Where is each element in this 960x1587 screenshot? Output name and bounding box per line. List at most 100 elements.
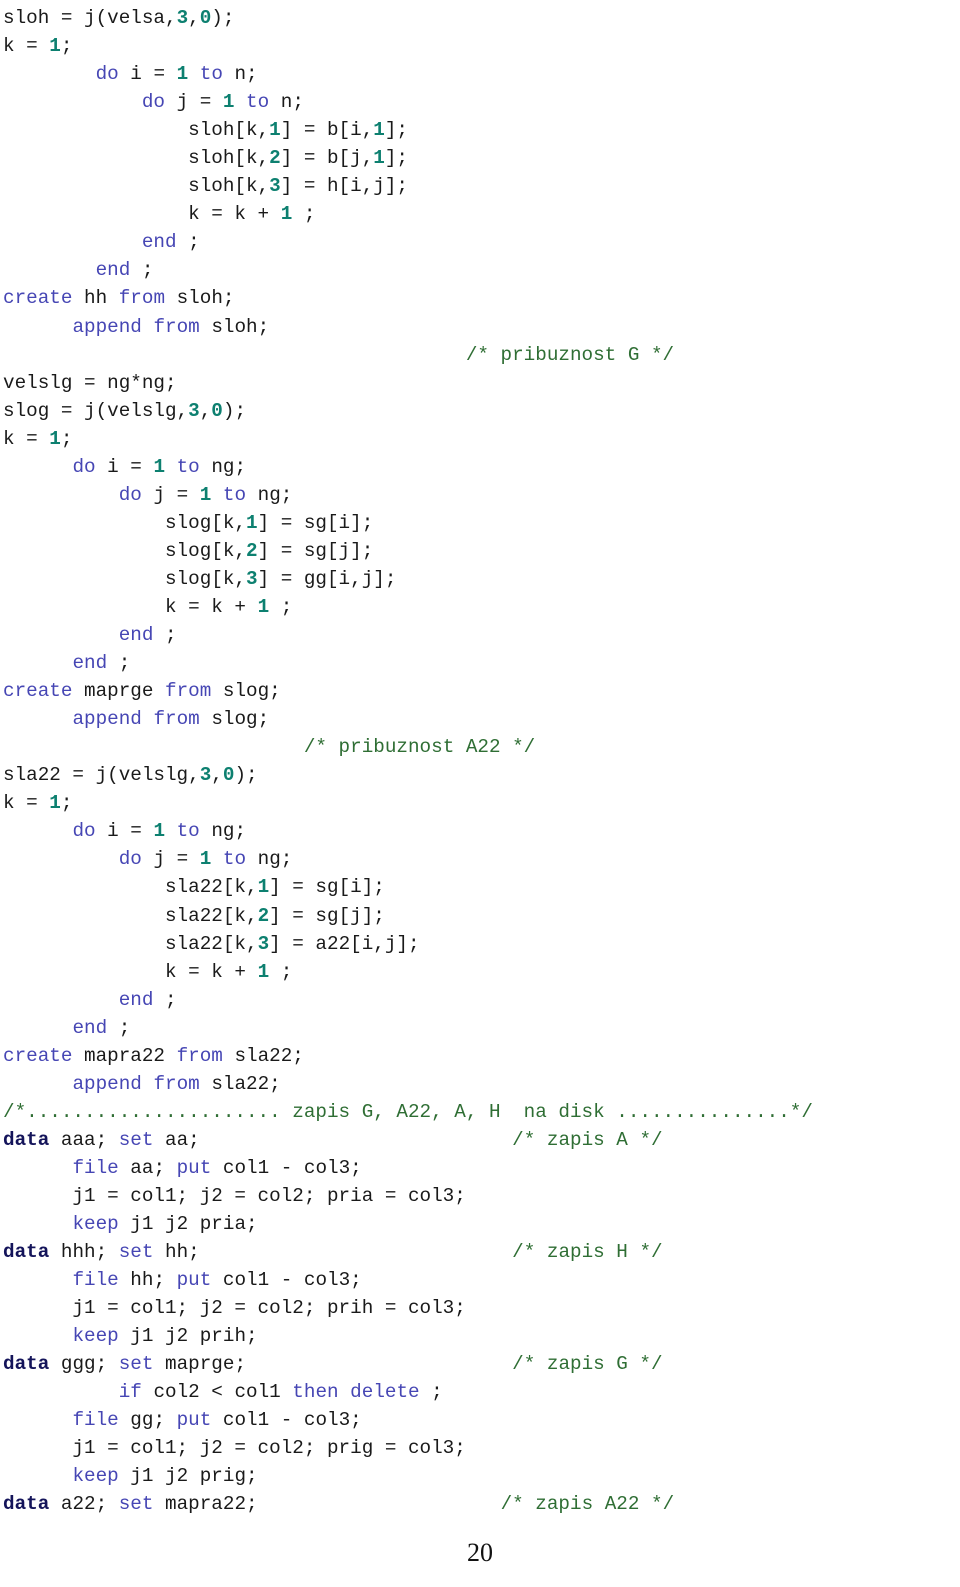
code-token-plain: k = k + (3, 595, 258, 618)
code-token-plain: slog[k, (3, 511, 246, 534)
code-token-kw: create (3, 287, 73, 310)
code-token-kw: delete (350, 1381, 420, 1404)
code-token-plain: k = (3, 427, 50, 450)
code-token-com: /* zapis G */ (512, 1353, 663, 1376)
code-token-plain: hh (72, 287, 119, 310)
code-token-plain: k = k + (3, 203, 281, 226)
code-line: end ; (0, 649, 960, 677)
code-token-kw: do (95, 63, 119, 86)
code-token-kw: append (72, 1072, 142, 1095)
code-line: end ; (0, 256, 960, 284)
code-token-kw: set (118, 1241, 154, 1264)
code-line: k = 1; (0, 32, 960, 60)
code-token-plain: j = (141, 483, 200, 506)
code-token-kw: put (176, 1156, 212, 1179)
code-token-num: 1 (49, 35, 61, 58)
code-line: slog[k,3] = gg[i,j]; (0, 565, 960, 593)
code-token-plain: sloh; (165, 287, 235, 310)
code-token-kw: if (118, 1381, 142, 1404)
code-token-plain: sla22; (222, 1044, 304, 1067)
code-token-plain: hh; (153, 1241, 200, 1264)
code-token-kw: then (292, 1381, 339, 1404)
code-token-plain: ] = b[j, (280, 147, 374, 170)
code-token-kw: do (118, 483, 142, 506)
code-token-kw: end (72, 652, 108, 675)
code-token-num: 0 (222, 764, 235, 787)
code-token-plain: maprge (72, 680, 166, 703)
code-token-kw: end (118, 988, 154, 1011)
code-token-kw: do (118, 848, 142, 871)
code-token-kw: from (153, 315, 200, 338)
code-token-num: 1 (49, 792, 61, 815)
code-token-plain: j = (141, 848, 200, 871)
code-token-plain: slog = j(velslg, (3, 399, 189, 422)
page-number: 20 (467, 1538, 493, 1567)
code-token-plain: sla22[k, (3, 904, 258, 927)
code-line: do j = 1 to n; (0, 88, 960, 116)
code-token-num: 2 (257, 904, 270, 927)
code-token-plain: ); (211, 7, 235, 29)
code-token-plain: j1 j2 pria; (118, 1213, 258, 1236)
code-token-plain: gg; (118, 1409, 177, 1432)
code-line: sla22[k,2] = sg[j]; (0, 902, 960, 930)
code-token-kw: to (176, 455, 200, 478)
code-token-com: /* zapis H */ (512, 1241, 663, 1264)
code-token-kw: from (176, 1044, 223, 1067)
document-page: sloh = j(velsa,3,0); k = 1; do i = 1 to n… (0, 0, 960, 1587)
code-token-plain: slog; (211, 680, 281, 703)
code-token-plain: i = (95, 820, 154, 843)
code-line: do i = 1 to ng; (0, 817, 960, 845)
code-token-kwb: data (3, 1353, 50, 1376)
code-token-num: 1 (373, 147, 385, 170)
code-token-num: 2 (245, 539, 258, 562)
code-line: create maprge from slog; (0, 677, 960, 705)
code-line: k = 1; (0, 425, 960, 453)
code-line: /* pribuznost G */ (0, 341, 960, 369)
code-token-plain: col2 < col1 (141, 1381, 293, 1404)
code-token-num: 3 (188, 399, 200, 422)
code-token-plain: , (211, 764, 223, 787)
code-token-plain: sloh[k, (3, 119, 270, 142)
code-token-kw: end (141, 231, 177, 254)
code-token-plain: a22; (49, 1493, 119, 1516)
code-token-kw: do (72, 820, 96, 843)
code-line: sla22[k,3] = a22[i,j]; (0, 930, 960, 958)
code-token-kw: to (222, 483, 247, 506)
code-token-kw: append (72, 708, 142, 731)
code-line: sloh = j(velsa,3,0); (0, 4, 960, 32)
code-token-kw: end (118, 624, 154, 647)
code-line: file gg; put col1 - col3; (0, 1406, 960, 1434)
code-line: end ; (0, 1014, 960, 1042)
code-token-plain: k = (3, 35, 50, 58)
code-token-kw: end (95, 259, 131, 282)
code-token-plain: aaa; (49, 1128, 119, 1151)
code-line: /*...................... zapis G, A22, A… (0, 1098, 960, 1126)
code-line: append from sla22; (0, 1070, 960, 1098)
code-token-plain: ] = a22[i,j]; (269, 932, 420, 955)
code-token-com: /* zapis A22 */ (500, 1493, 675, 1516)
code-token-num: 3 (257, 932, 270, 955)
code-token-plain: ; (60, 427, 73, 450)
code-line: velslg = ng*ng; (0, 369, 960, 397)
code-token-plain: sloh; (199, 315, 270, 338)
code-line: end ; (0, 621, 960, 649)
code-token-kw: put (176, 1269, 212, 1292)
code-line: slog[k,2] = sg[j]; (0, 537, 960, 565)
code-line: do i = 1 to ng; (0, 453, 960, 481)
code-line: sloh[k,2] = b[j,1]; (0, 144, 960, 172)
code-token-kw: set (118, 1353, 154, 1376)
code-token-plain: k = k + (3, 960, 258, 983)
code-token-plain: aa; (118, 1156, 177, 1179)
